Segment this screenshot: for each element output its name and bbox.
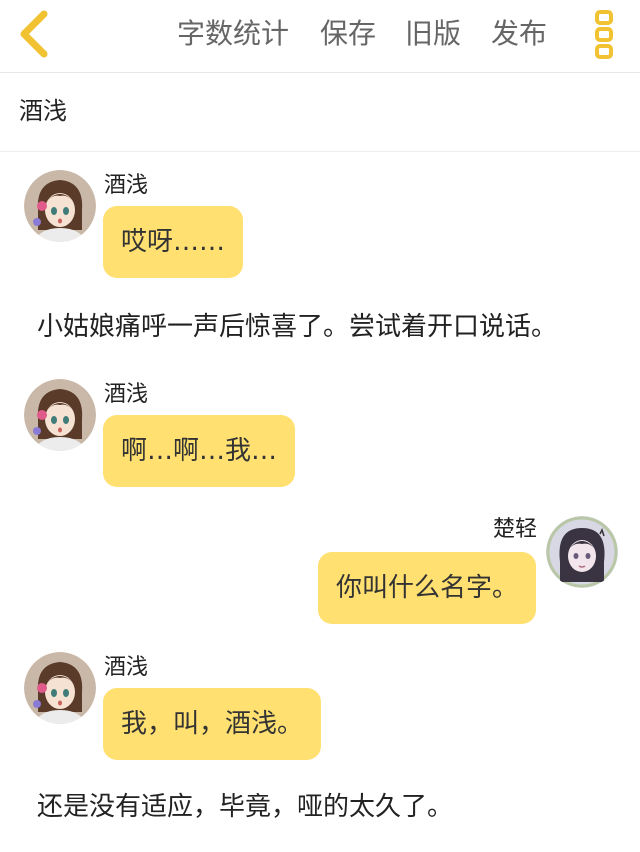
more-menu-button[interactable] (590, 9, 618, 61)
character-avatar-icon (546, 516, 618, 588)
sender-name: 酒浅 (104, 655, 149, 680)
message-bubble[interactable]: 啊…啊…我… (103, 415, 296, 487)
story-title[interactable]: 酒浅 (19, 95, 67, 127)
sender-name: 酒浅 (104, 173, 149, 198)
message-bubble[interactable]: 我，叫，酒浅。 (103, 688, 322, 760)
avatar[interactable] (24, 379, 96, 451)
app-window: 字数统计 保存 旧版 发布 酒浅 酒浅 哎呀…… 小姑娘痛呼一声后惊喜了。尝试着… (0, 0, 640, 852)
character-avatar-icon (24, 379, 96, 451)
narration-text[interactable]: 还是没有适应，毕竟，哑的太久了。 (37, 790, 453, 824)
chat-message: 酒浅 哎呀…… (0, 170, 640, 282)
avatar[interactable] (24, 652, 96, 724)
save-button[interactable]: 保存 (320, 14, 376, 54)
character-avatar-icon (24, 652, 96, 724)
avatar[interactable] (546, 516, 618, 588)
old-version-button[interactable]: 旧版 (405, 14, 461, 54)
message-bubble[interactable]: 哎呀…… (103, 206, 244, 278)
avatar[interactable] (24, 170, 96, 242)
title-row: 酒浅 (0, 73, 640, 152)
publish-button[interactable]: 发布 (491, 14, 547, 54)
top-bar: 字数统计 保存 旧版 发布 (0, 0, 640, 73)
narration-text[interactable]: 小姑娘痛呼一声后惊喜了。尝试着开口说话。 (37, 310, 557, 344)
sender-name: 楚轻 (492, 517, 537, 542)
back-button[interactable] (10, 8, 54, 60)
word-count-button[interactable]: 字数统计 (177, 14, 289, 54)
chat-message: 楚轻 你叫什么名字。 (0, 516, 640, 626)
chat-message: 酒浅 我，叫，酒浅。 (0, 652, 640, 764)
chat-message: 酒浅 啊…啊…我… (0, 379, 640, 491)
sender-name: 酒浅 (104, 382, 149, 407)
character-avatar-icon (24, 170, 96, 242)
message-bubble[interactable]: 你叫什么名字。 (317, 552, 536, 624)
more-vertical-icon (595, 10, 613, 59)
chevron-left-icon (20, 10, 48, 58)
